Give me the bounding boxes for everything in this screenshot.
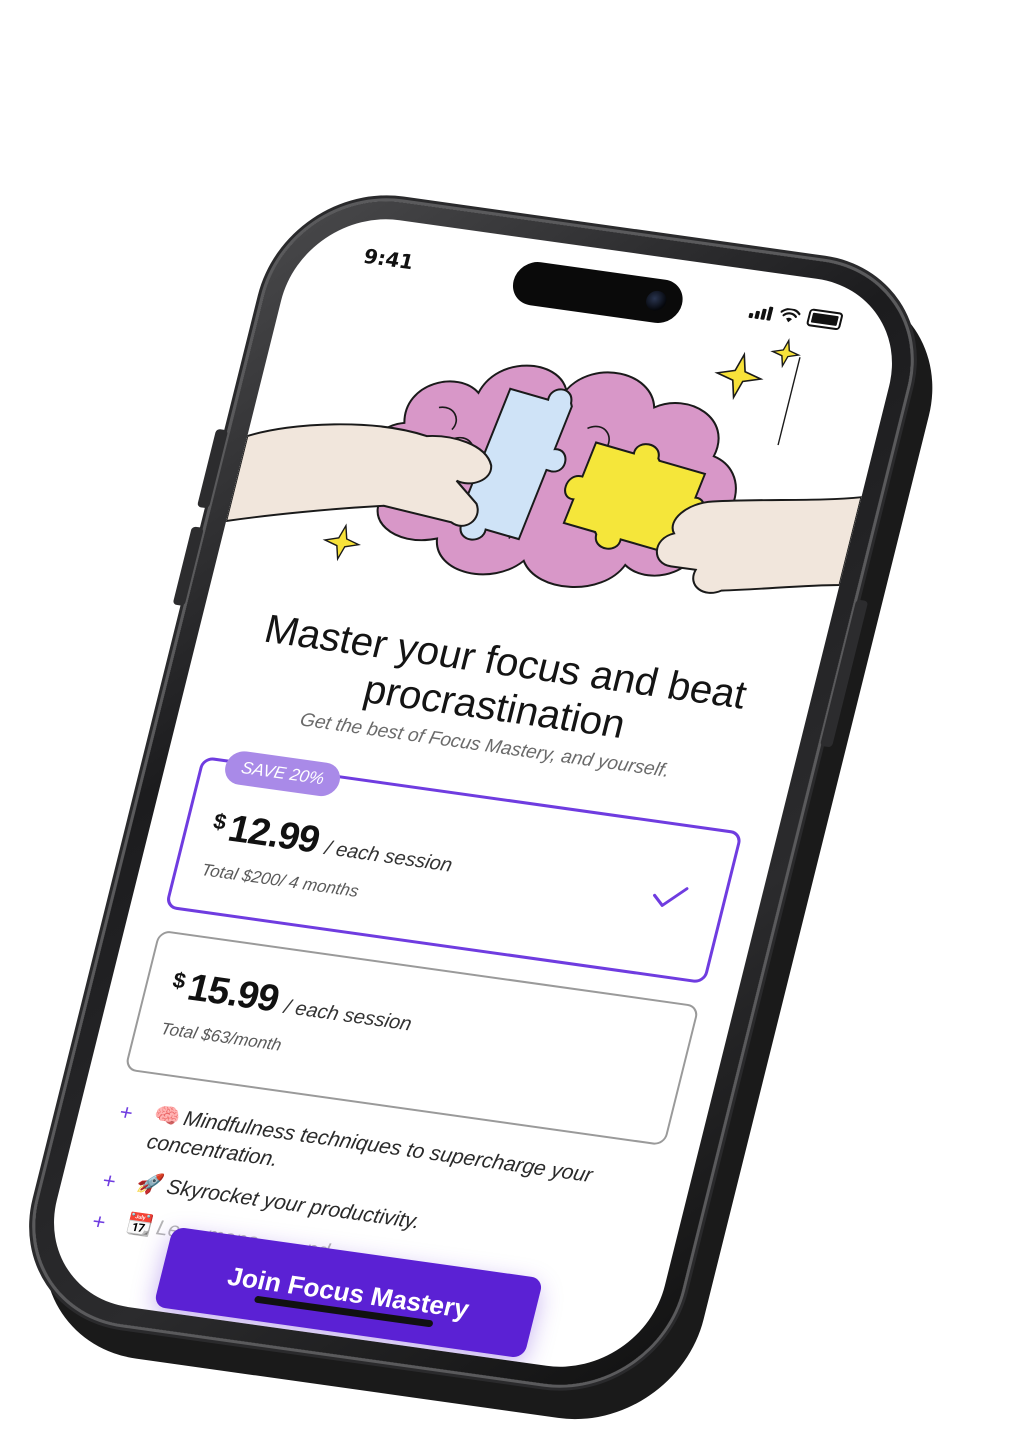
status-icons <box>748 300 844 331</box>
sparkle-icon <box>322 523 361 562</box>
price-period: / each session <box>322 837 455 877</box>
price-amount: 12.99 <box>224 807 324 862</box>
save-badge: SAVE 20% <box>221 749 344 799</box>
check-icon <box>653 887 689 907</box>
sparkle-icon <box>770 338 801 369</box>
battery-icon <box>805 308 844 331</box>
currency-symbol: $ <box>210 808 230 835</box>
phone-screen: 9:41 Master your focus and beat procrast… <box>33 206 913 1380</box>
plan-total: Total $200/ 4 months <box>199 860 361 901</box>
brain-emoji-icon: 🧠 <box>151 1103 183 1130</box>
cellular-signal-icon <box>748 304 774 321</box>
plus-icon: + <box>116 1099 136 1126</box>
paywall-content: Master your focus and beat procrastinati… <box>33 265 897 1379</box>
currency-symbol: $ <box>170 967 189 994</box>
wifi-icon <box>780 307 801 323</box>
volume-up-button <box>196 428 229 509</box>
calendar-emoji-icon: 📆 <box>124 1212 156 1239</box>
plus-icon: + <box>89 1208 109 1235</box>
price-period: / each session <box>281 996 414 1036</box>
phone-frame: 9:41 Master your focus and beat procrast… <box>11 186 935 1400</box>
mockup-stage: 9:41 Master your focus and beat procrast… <box>0 0 1016 1456</box>
rocket-emoji-icon: 🚀 <box>134 1171 166 1198</box>
front-camera-icon <box>643 289 669 312</box>
plus-icon: + <box>99 1167 119 1194</box>
sparkle-icon <box>714 351 764 401</box>
status-time: 9:41 <box>361 243 417 275</box>
plan-total: Total $63/month <box>158 1019 284 1055</box>
price-amount: 15.99 <box>183 966 283 1021</box>
volume-down-button <box>172 526 204 607</box>
